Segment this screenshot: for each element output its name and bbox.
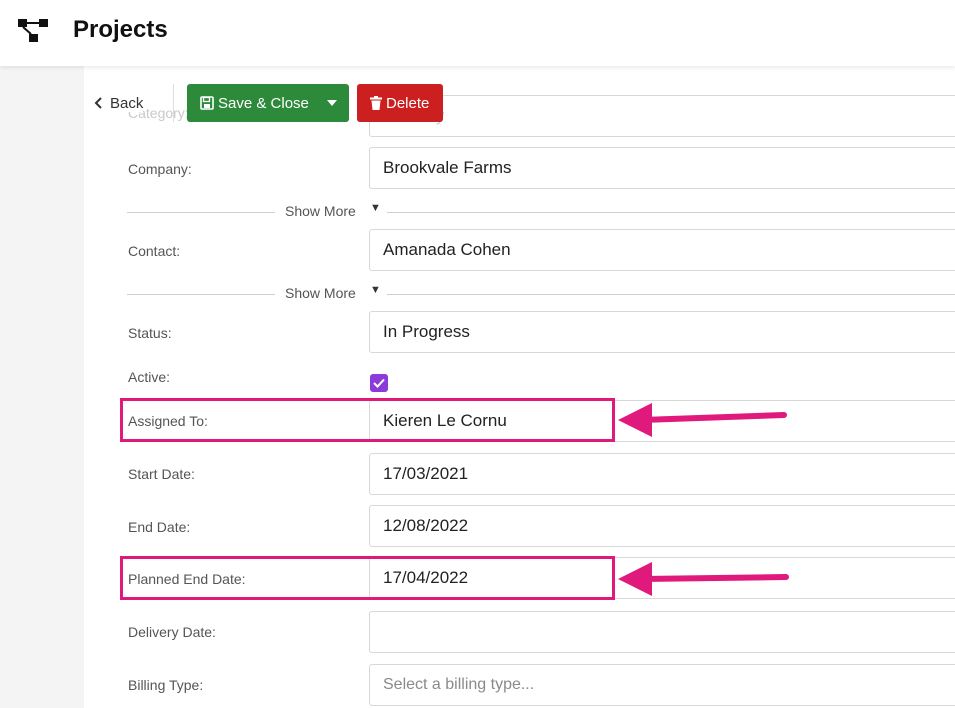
page-title: Projects — [73, 16, 168, 43]
check-icon — [373, 378, 385, 388]
show-more-contact: Show More ▼ — [127, 284, 955, 304]
delete-label: Delete — [386, 94, 430, 112]
planned-end-date-label: Planned End Date: — [128, 571, 246, 587]
save-close-label: Save & Close — [218, 94, 309, 112]
delivery-date-field[interactable] — [369, 611, 955, 653]
contact-label: Contact: — [128, 243, 181, 259]
caret-down-icon — [327, 100, 337, 106]
company-field[interactable]: Brookvale Farms — [369, 147, 955, 189]
project-form: Category: Delivery Back Save & Close — [84, 66, 955, 708]
divider-line — [387, 294, 955, 295]
show-more-link[interactable]: Show More — [285, 285, 356, 301]
save-options-dropdown[interactable] — [315, 100, 349, 106]
billing-type-label: Billing Type: — [128, 677, 204, 693]
start-date-field[interactable]: 17/03/2021 — [369, 453, 955, 495]
chevron-left-icon — [94, 97, 102, 109]
billing-type-select[interactable]: Select a billing type... — [369, 664, 955, 706]
toolbar: Back Save & Close Delete — [84, 84, 955, 122]
caret-down-icon[interactable]: ▼ — [370, 284, 381, 296]
trash-icon — [370, 96, 382, 110]
back-label: Back — [110, 94, 144, 112]
status-label: Status: — [128, 325, 172, 341]
show-more-link[interactable]: Show More — [285, 203, 356, 219]
end-date-field[interactable]: 12/08/2022 — [369, 505, 955, 547]
toolbar-divider — [173, 84, 174, 122]
divider-line — [127, 294, 275, 295]
status-field[interactable]: In Progress — [369, 311, 955, 353]
annotation-arrow-icon — [618, 403, 787, 437]
assigned-to-label: Assigned To: — [128, 413, 208, 429]
delivery-date-label: Delivery Date: — [128, 624, 216, 640]
delete-button[interactable]: Delete — [357, 84, 443, 122]
annotation-arrow-icon — [618, 562, 789, 596]
top-bar: Projects — [0, 0, 955, 66]
active-checkbox[interactable] — [370, 374, 388, 392]
back-button[interactable]: Back — [94, 92, 144, 114]
divider-line — [387, 212, 955, 213]
save-close-button[interactable]: Save & Close — [187, 84, 349, 122]
show-more-company: Show More ▼ — [127, 202, 955, 222]
start-date-label: Start Date: — [128, 466, 195, 482]
contact-field[interactable]: Amanada Cohen — [369, 229, 955, 271]
hierarchy-icon — [18, 19, 48, 42]
end-date-label: End Date: — [128, 519, 191, 535]
divider-line — [127, 212, 275, 213]
active-label: Active: — [128, 369, 171, 385]
caret-down-icon[interactable]: ▼ — [370, 202, 381, 214]
left-gutter — [0, 66, 84, 708]
company-label: Company: — [128, 161, 192, 177]
floppy-disk-icon — [200, 96, 214, 110]
